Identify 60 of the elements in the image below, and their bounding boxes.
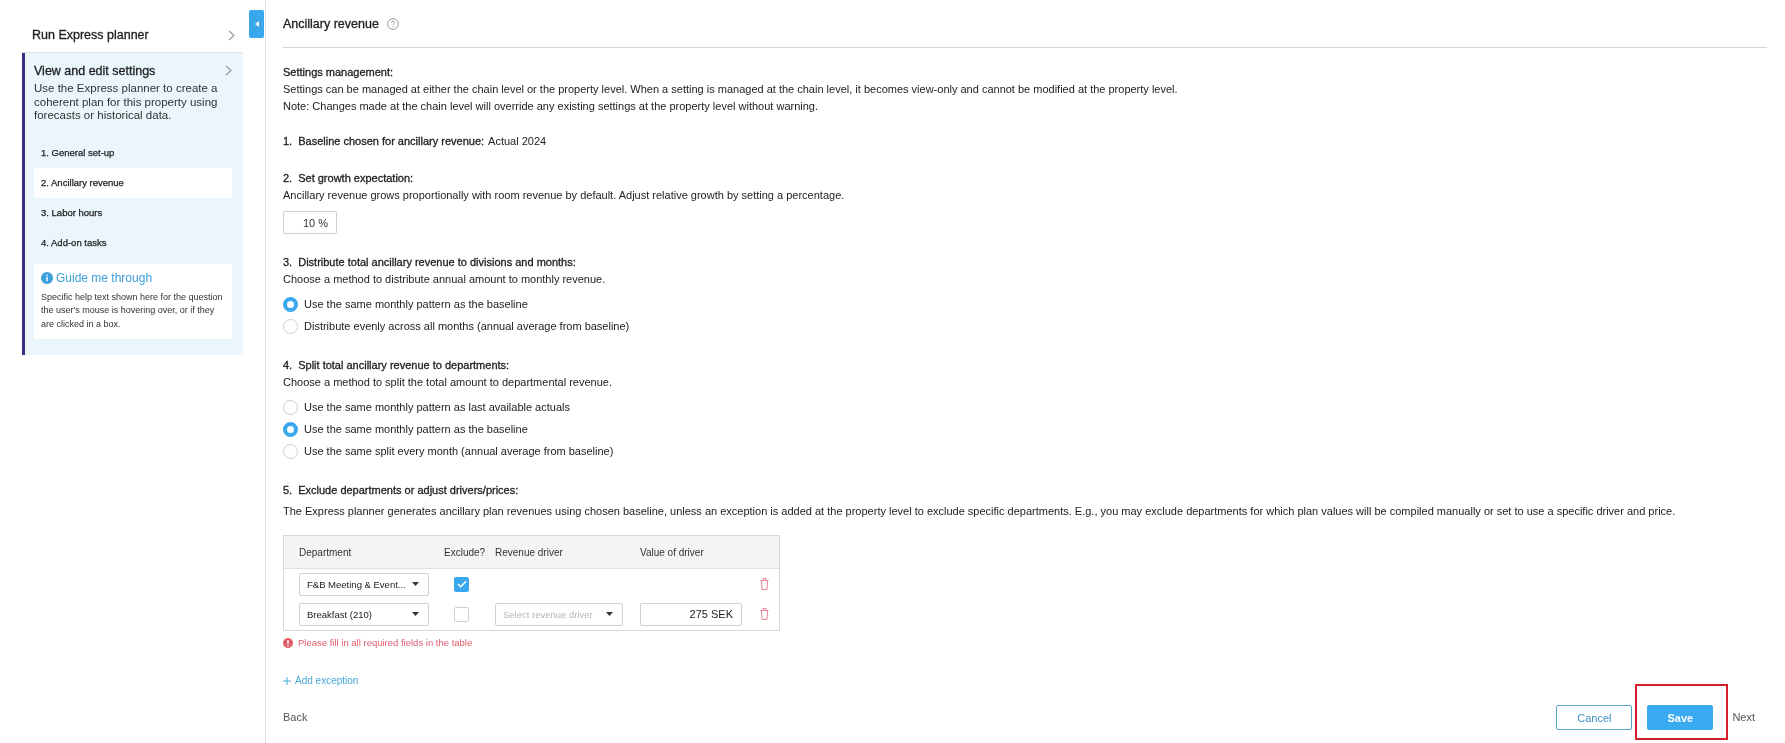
section-heading: 2. Set growth expectation: — [283, 172, 414, 184]
check-icon — [456, 580, 467, 588]
section-description: Ancillary revenue grows proportionally with room revenue by default. Adjust relative growth by setting a percentage. — [283, 188, 846, 203]
plus-icon — [283, 677, 291, 685]
chevron-icon — [225, 65, 232, 76]
column-header: Value of driver — [640, 545, 705, 560]
settings-text: Settings can be managed at either the chain level or the property level. When a setting is managed at the chain level, it becomes view-only and cannot be modified at the property level. — [283, 82, 1179, 97]
step-item[interactable]: 1. General set-up — [34, 137, 232, 168]
option-label: Use the same monthly pattern as the baseline — [304, 296, 528, 312]
caret-icon — [412, 612, 419, 616]
column-header: Department — [299, 545, 353, 560]
page-title: Ancillary revenue — [283, 16, 379, 33]
radio-button[interactable] — [283, 443, 298, 459]
section-heading: 4. Split total ancillary revenue to departments: — [283, 359, 510, 371]
trash-icon[interactable] — [760, 608, 769, 620]
checkbox[interactable] — [454, 606, 469, 622]
error-message: Please fill in all required fields in the table — [298, 636, 473, 650]
error-icon — [283, 638, 293, 648]
guide-text: Specific help text shown here for the question the user's mouse is hovering over, or if they are clicked in a box. — [41, 290, 224, 331]
step-item[interactable]: 3. Labor hours — [34, 197, 232, 228]
checkbox[interactable] — [454, 576, 469, 592]
cancel-button[interactable]: Cancel — [1556, 705, 1633, 730]
info-icon — [41, 271, 53, 284]
option-label: Use the same split every month (annual average from baseline) — [304, 443, 614, 459]
option-label: Use the same monthly pattern as the baseline — [304, 421, 528, 437]
caret-icon — [254, 21, 259, 27]
caret-icon — [606, 612, 613, 616]
radio-button[interactable] — [283, 296, 298, 312]
driver-value-field[interactable]: 275 SEK — [640, 602, 742, 626]
column-header: Exclude? — [444, 545, 487, 560]
baseline-value: Actual 2024 — [488, 135, 547, 147]
step-item[interactable]: 4. Add-on tasks — [34, 227, 232, 258]
radio-button[interactable] — [283, 399, 298, 415]
guide-title: Guide me through — [56, 270, 153, 285]
option-label: Use the same monthly pattern as last available actuals — [304, 399, 570, 415]
section-description: Choose a method to split the total amount to departmental revenue. — [283, 375, 613, 390]
department-dropdown[interactable]: Breakfast (210) — [299, 602, 429, 626]
option-label: Distribute evenly across all months (annual average from baseline) — [304, 318, 630, 334]
section-heading: 5. Exclude departments or adjust drivers/prices: — [283, 484, 519, 496]
panel-description: Use the Express planner to create a coherent plan for this property using forecasts or historical data. — [34, 82, 219, 123]
column-header: Revenue driver — [495, 545, 564, 560]
help-icon[interactable] — [386, 18, 399, 30]
section-heading: 3. Distribute total ancillary revenue to divisions and months: — [283, 256, 576, 268]
chevron-icon — [228, 29, 235, 41]
back-link[interactable]: Back — [283, 709, 308, 726]
step-item[interactable]: 2. Ancillary revenue — [34, 167, 232, 198]
department-dropdown[interactable]: F&B Meeting & Event... — [299, 572, 429, 596]
caret-icon — [412, 582, 419, 586]
section-heading: 1. Baseline chosen for ancillary revenue: — [283, 135, 485, 147]
collapse-button[interactable] — [249, 10, 264, 38]
section-description: The Express planner generates ancillary plan revenues using chosen baseline, unless an exception is added at the property level to exclude specific departments. E.g., you may exclude departments for which plan values will be compiled manually or set to use a specific driver and price. — [283, 504, 1677, 519]
settings-text: Note: Changes made at the chain level will override any existing settings at the property level without warning. — [283, 99, 819, 114]
settings-heading: Settings management: — [283, 65, 395, 80]
trash-icon[interactable] — [760, 578, 769, 590]
radio-button[interactable] — [283, 421, 298, 437]
radio-button[interactable] — [283, 318, 298, 334]
growth-input[interactable]: 10 % — [283, 211, 337, 234]
panel-title: View and edit settings — [34, 63, 156, 78]
next-link[interactable]: Next — [1732, 709, 1755, 726]
section-description: Choose a method to distribute annual amount to monthly revenue. — [283, 272, 607, 287]
